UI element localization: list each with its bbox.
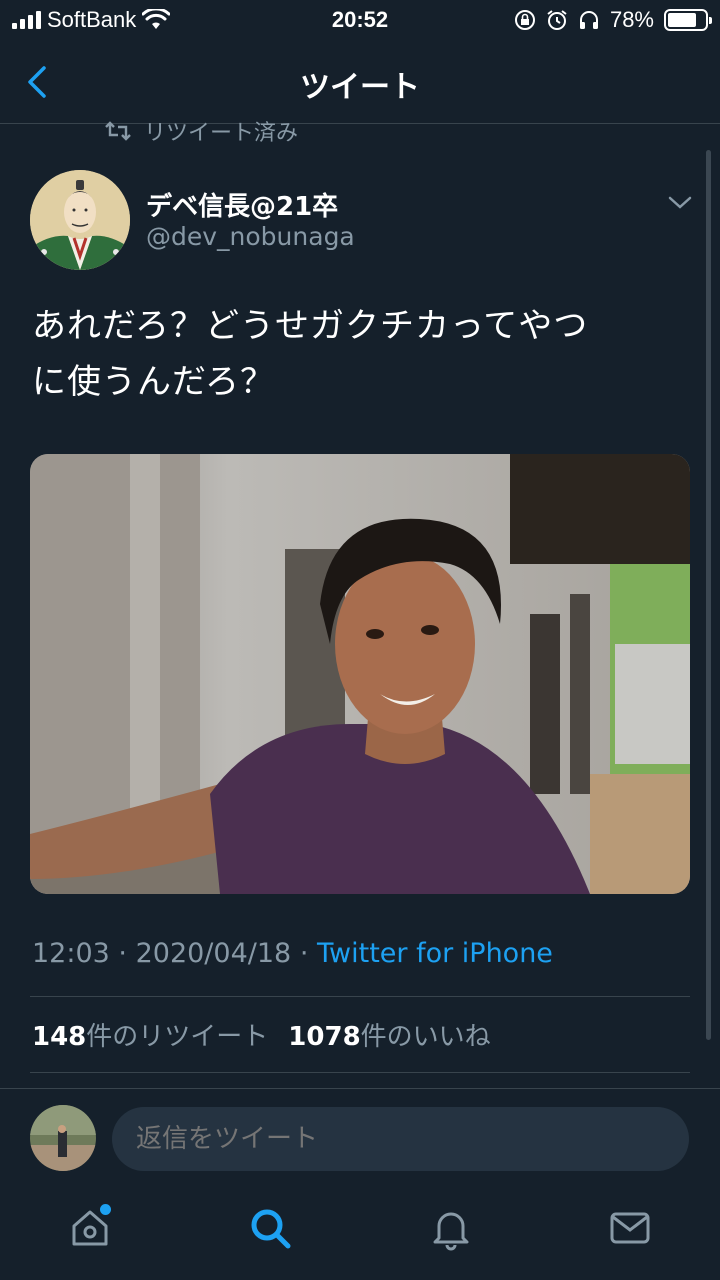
tweet-source-link[interactable]: Twitter for iPhone bbox=[317, 938, 553, 969]
tweet-meta: 12:03 · 2020/04/18 · Twitter for iPhone bbox=[32, 938, 553, 969]
author-name[interactable]: デベ信長@21卒 bbox=[146, 186, 338, 223]
meta-separator: · bbox=[118, 938, 127, 969]
divider bbox=[30, 996, 690, 997]
tweet-stats: 148件のリツイート 1078件のいいね bbox=[32, 1016, 491, 1053]
like-stat[interactable]: 1078件のいいね bbox=[288, 1016, 490, 1053]
battery-icon bbox=[664, 9, 712, 31]
retweet-icon bbox=[105, 121, 131, 141]
chevron-down-icon[interactable] bbox=[666, 190, 694, 214]
tweet-photo-image bbox=[30, 454, 690, 894]
retweet-stat-label: 件のリツイート bbox=[86, 1022, 269, 1052]
messages-icon[interactable] bbox=[606, 1204, 654, 1252]
navigation-header: ツイート bbox=[0, 40, 720, 124]
scrollbar[interactable] bbox=[706, 150, 711, 1040]
headphones-icon bbox=[579, 11, 598, 29]
like-stat-label: 件のいいね bbox=[360, 1022, 491, 1052]
retweeted-label: リツイート済み bbox=[144, 121, 299, 146]
user-avatar[interactable] bbox=[30, 1105, 96, 1171]
meta-separator: · bbox=[299, 938, 309, 969]
page-title: ツイート bbox=[300, 70, 420, 105]
rotation-lock-icon bbox=[514, 10, 535, 30]
author-avatar[interactable] bbox=[30, 170, 130, 270]
tweet-text-line: に使うんだろ？ bbox=[32, 362, 275, 402]
author-handle[interactable]: @dev_nobunaga bbox=[146, 222, 355, 251]
author-avatar-image bbox=[30, 170, 130, 270]
retweeted-indicator: リツイート済み bbox=[104, 116, 298, 146]
tweet-text-line: あれだろ？どうせガクチカってやつ bbox=[32, 306, 589, 346]
user-avatar-image bbox=[30, 1105, 96, 1171]
tweet-text: あれだろ？どうせガクチカってやつ に使うんだろ？ bbox=[32, 298, 692, 410]
search-icon[interactable] bbox=[246, 1204, 294, 1252]
home-notification-dot bbox=[100, 1204, 111, 1215]
tweet-time: 12:03 bbox=[32, 938, 110, 969]
retweet-stat[interactable]: 148件のリツイート bbox=[32, 1016, 268, 1053]
alarm-icon bbox=[547, 10, 567, 30]
status-bar: SoftBank 20:52 78% bbox=[0, 0, 720, 40]
notifications-icon[interactable] bbox=[427, 1204, 475, 1252]
status-right: 78% bbox=[514, 6, 712, 34]
battery-percent: 78% bbox=[609, 7, 654, 32]
like-count: 1078 bbox=[288, 1022, 361, 1052]
reply-bar bbox=[0, 1088, 720, 1188]
tweet-date: 2020/04/18 bbox=[135, 938, 292, 969]
battery-fill bbox=[668, 13, 697, 27]
tweet-photo[interactable] bbox=[30, 454, 690, 894]
tab-bar bbox=[0, 1188, 720, 1280]
divider bbox=[30, 1072, 690, 1073]
retweet-count: 148 bbox=[32, 1022, 87, 1052]
reply-input[interactable] bbox=[112, 1107, 689, 1171]
